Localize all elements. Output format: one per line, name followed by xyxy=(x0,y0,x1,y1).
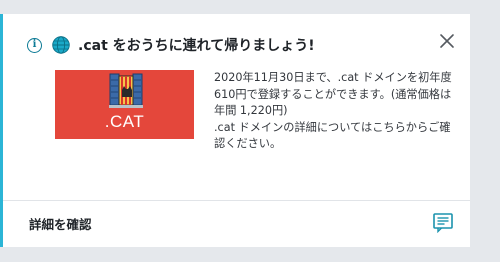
close-icon[interactable] xyxy=(438,32,456,50)
notification-title: .cat をおうちに連れて帰りましょう! xyxy=(78,38,315,54)
notification-description: 2020年11月30日まで、.cat ドメインを初年度610円で登録することがで… xyxy=(214,71,452,151)
info-icon: i xyxy=(27,37,42,53)
notification-card: i .cat をおうちに連れて帰りましょう! .CAT 2020年11月30日ま… xyxy=(0,14,470,247)
divider xyxy=(3,200,470,201)
cat-banner-image: .CAT xyxy=(55,70,194,139)
banner-text: .CAT xyxy=(104,112,145,131)
notification-header: i .cat をおうちに連れて帰りましょう! xyxy=(27,33,315,57)
details-button[interactable]: 詳細を確認 xyxy=(29,214,92,233)
globe-icon xyxy=(52,36,70,54)
document-icon[interactable] xyxy=(432,211,454,233)
